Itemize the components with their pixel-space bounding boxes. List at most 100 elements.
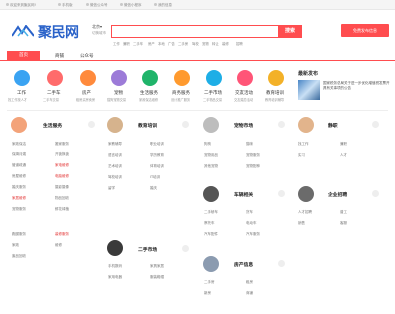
secondhand-more-icon[interactable] bbox=[182, 245, 189, 252]
life-item[interactable]: 家电维修 bbox=[55, 163, 69, 168]
corp-item[interactable]: 人才招聘 bbox=[298, 210, 312, 215]
job-item[interactable]: 实习 bbox=[298, 153, 305, 158]
edu-item[interactable]: 婚庆 bbox=[150, 186, 157, 191]
car-item[interactable]: 汽车服务 bbox=[246, 232, 260, 237]
logo-icon[interactable] bbox=[12, 25, 34, 37]
life-item[interactable]: 开锁换锁 bbox=[55, 152, 69, 157]
site-logo[interactable]: 聚民网 bbox=[38, 22, 79, 42]
cat-edu-icon[interactable] bbox=[268, 70, 284, 86]
publish-button[interactable]: 免费发布信息 bbox=[341, 24, 389, 37]
nav-shops[interactable]: 商铺 bbox=[55, 53, 64, 59]
house-item[interactable]: 二手房 bbox=[204, 280, 215, 285]
car-item[interactable]: 汽车配件 bbox=[204, 232, 218, 237]
edu-item[interactable]: 留学 bbox=[108, 186, 115, 191]
cat-pet-icon[interactable] bbox=[111, 70, 127, 86]
life-item[interactable]: 家居维修 bbox=[12, 196, 26, 201]
hot-keyword[interactable]: 兼职 bbox=[123, 41, 130, 46]
life-item[interactable]: 废品回收 bbox=[12, 254, 26, 259]
house-item[interactable]: 租房 bbox=[246, 280, 253, 285]
hot-keyword[interactable]: 二手房 bbox=[178, 41, 188, 46]
life-item[interactable]: 家政 bbox=[12, 243, 19, 248]
secondhand-item[interactable]: 服装鞋帽 bbox=[150, 275, 164, 280]
life-item[interactable]: 电脑维修 bbox=[55, 174, 69, 179]
edu-item[interactable]: 体育培训 bbox=[150, 164, 164, 169]
cat-work-title[interactable]: 工作 bbox=[17, 90, 26, 96]
car-section-title[interactable]: 车辆相关 bbox=[234, 191, 253, 198]
car-item[interactable]: 二手轿车 bbox=[204, 210, 218, 215]
cat-biz-icon[interactable] bbox=[174, 70, 190, 86]
cat-house-title[interactable]: 房产 bbox=[82, 90, 91, 96]
cat-secondhand-icon[interactable] bbox=[206, 70, 222, 86]
corp-item[interactable]: 普工 bbox=[340, 210, 347, 215]
car-item[interactable]: 摩托车 bbox=[204, 221, 215, 226]
cat-life-icon[interactable] bbox=[142, 70, 158, 86]
cat-car-icon[interactable] bbox=[47, 70, 63, 86]
edu-more-icon[interactable] bbox=[182, 121, 189, 128]
life-more-icon[interactable] bbox=[88, 121, 95, 128]
life-item[interactable]: 房屋维修 bbox=[12, 174, 26, 179]
edu-item[interactable]: 家教辅导 bbox=[108, 142, 122, 147]
pet-item[interactable]: 宠物配种 bbox=[246, 164, 260, 169]
car-more-icon[interactable] bbox=[278, 190, 285, 197]
cat-secondhand-title[interactable]: 二手市场 bbox=[204, 90, 222, 96]
mobile-link[interactable]: 手机版 bbox=[58, 3, 73, 8]
life-item[interactable]: 管道疏通 bbox=[12, 163, 26, 168]
cat-edu-title[interactable]: 教育培训 bbox=[266, 90, 284, 96]
hot-keyword[interactable]: 宠物 bbox=[202, 41, 209, 46]
pet-item[interactable]: 其他宠物 bbox=[204, 164, 218, 169]
life-item[interactable]: 跑腿服务 bbox=[12, 232, 26, 237]
life-item[interactable]: 搬家服务 bbox=[55, 142, 69, 147]
nav-official[interactable]: 公众号 bbox=[80, 53, 94, 59]
car-item[interactable]: 货车 bbox=[246, 210, 253, 215]
hot-keyword[interactable]: 广告 bbox=[168, 41, 175, 46]
corp-item[interactable]: 销售 bbox=[298, 221, 305, 226]
edu-item[interactable]: 学历教育 bbox=[150, 153, 164, 158]
wechat-miniapp-link[interactable]: 微信小程序 bbox=[120, 3, 142, 8]
life-item[interactable]: 装修服务 bbox=[55, 232, 69, 237]
news-thumbnail[interactable] bbox=[298, 80, 320, 100]
house-item[interactable]: 新房 bbox=[204, 291, 211, 296]
city-switch-label[interactable]: 切换城市 bbox=[92, 31, 106, 36]
secondhand-section-title[interactable]: 二手市场 bbox=[138, 246, 157, 253]
life-item[interactable]: 婚庆服务 bbox=[12, 185, 26, 190]
cat-friend-icon[interactable] bbox=[237, 70, 253, 86]
job-section-title[interactable]: 静职 bbox=[328, 122, 338, 129]
corp-more-icon[interactable] bbox=[372, 190, 379, 197]
hot-keyword[interactable]: 房产 bbox=[148, 41, 155, 46]
job-item[interactable]: 兼职 bbox=[340, 142, 347, 147]
city-selector[interactable]: 北京▾ bbox=[92, 24, 102, 30]
cat-house-icon[interactable] bbox=[80, 70, 96, 86]
cat-work-icon[interactable] bbox=[14, 70, 30, 86]
wechat-official-link[interactable]: 微信公众号 bbox=[86, 3, 108, 8]
cat-pet-title[interactable]: 宠物 bbox=[114, 90, 123, 96]
corp-item[interactable]: 客服 bbox=[340, 221, 347, 226]
life-item[interactable]: 宠物服务 bbox=[12, 207, 26, 212]
hot-keyword[interactable]: 装修 bbox=[222, 41, 229, 46]
house-item[interactable]: 商铺 bbox=[246, 291, 253, 296]
life-item[interactable]: 物品回收 bbox=[55, 196, 69, 201]
search-button[interactable]: 搜索 bbox=[278, 25, 302, 38]
pet-item[interactable]: 宠物用品 bbox=[204, 153, 218, 158]
hot-keyword[interactable]: 工作 bbox=[113, 41, 120, 46]
secondhand-item[interactable]: 手机数码 bbox=[108, 264, 122, 269]
pet-item[interactable]: 猫咪 bbox=[246, 142, 253, 147]
news-item[interactable]: 国家税务总局关于进一步优化增值税发票开具有关事项的公告 bbox=[323, 81, 391, 91]
secondhand-item[interactable]: 家用电器 bbox=[108, 275, 122, 280]
life-section-title[interactable]: 生活服务 bbox=[43, 122, 62, 129]
hot-keyword[interactable]: 二手车 bbox=[133, 41, 143, 46]
life-item[interactable]: 家政保洁 bbox=[12, 142, 26, 147]
edu-item[interactable]: 职业培训 bbox=[150, 142, 164, 147]
edu-section-title[interactable]: 教育培训 bbox=[138, 122, 157, 129]
car-item[interactable]: 电动车 bbox=[246, 221, 257, 226]
hot-keyword[interactable]: 招聘 bbox=[236, 41, 243, 46]
life-item[interactable]: 摄影摄像 bbox=[55, 185, 69, 190]
hot-keyword[interactable]: 转让 bbox=[212, 41, 219, 46]
job-more-icon[interactable] bbox=[372, 121, 379, 128]
job-item[interactable]: 人才 bbox=[340, 153, 347, 158]
pet-more-icon[interactable] bbox=[278, 121, 285, 128]
house-section-title[interactable]: 房产信息 bbox=[234, 261, 253, 268]
edu-item[interactable]: 艺术培训 bbox=[108, 164, 122, 169]
secondhand-item[interactable]: 家具家居 bbox=[150, 264, 164, 269]
cat-friend-title[interactable]: 交友活动 bbox=[235, 90, 253, 96]
search-input[interactable] bbox=[111, 25, 301, 38]
